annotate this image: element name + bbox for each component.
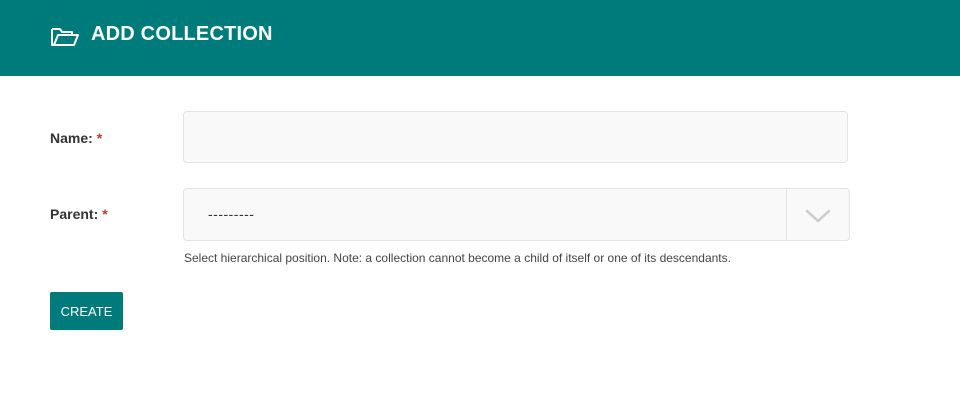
name-input[interactable] xyxy=(183,111,848,163)
page-header: ADD COLLECTION xyxy=(0,0,960,76)
required-marker: * xyxy=(96,130,103,146)
parent-label: Parent: * xyxy=(50,206,108,222)
parent-label-text: Parent: xyxy=(50,206,99,222)
create-button[interactable]: CREATE xyxy=(50,292,123,330)
chevron-down-icon xyxy=(805,209,831,223)
name-label: Name: * xyxy=(50,130,102,146)
parent-select[interactable]: --------- xyxy=(183,188,850,241)
page-title: ADD COLLECTION xyxy=(91,23,273,45)
parent-help-text: Select hierarchical position. Note: a co… xyxy=(184,251,731,265)
name-label-text: Name: xyxy=(50,130,93,146)
required-marker: * xyxy=(102,206,108,222)
folder-open-icon xyxy=(50,25,80,49)
parent-select-toggle[interactable] xyxy=(786,189,849,240)
parent-select-value: --------- xyxy=(208,206,255,222)
